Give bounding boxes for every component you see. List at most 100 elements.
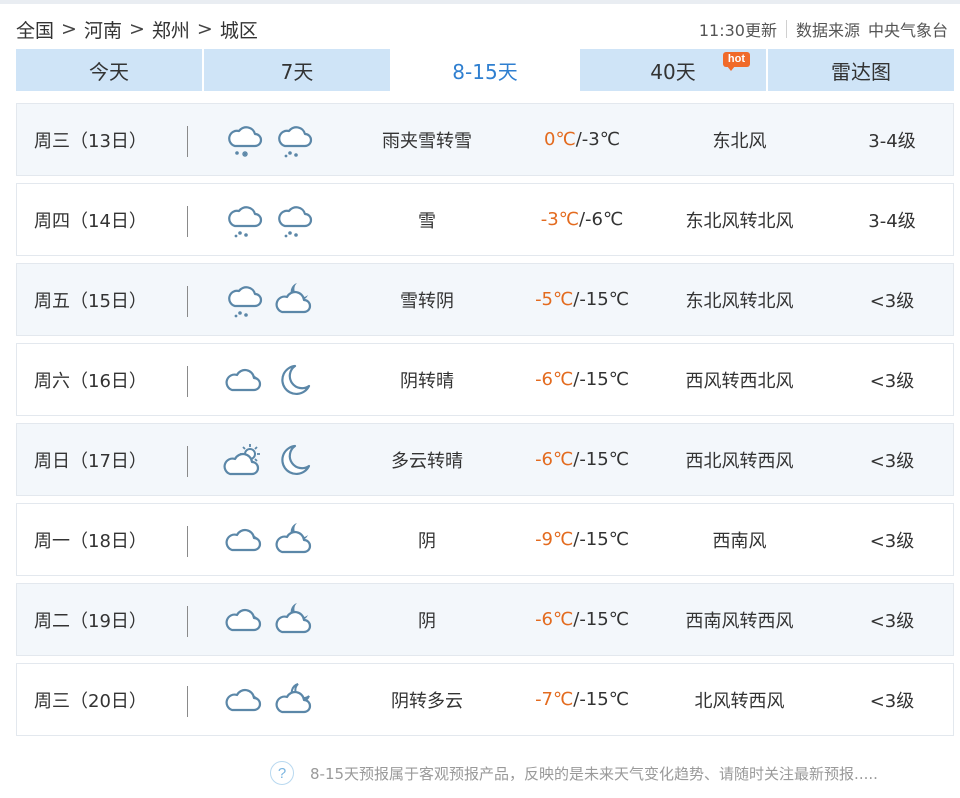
cloudy-night-icon	[273, 520, 315, 560]
row-divider	[187, 526, 188, 557]
weather-desc: 阴转多云	[391, 690, 463, 712]
cloudy-night-icon	[273, 600, 315, 640]
row-divider	[187, 286, 188, 317]
row-divider	[187, 126, 188, 157]
wind-level: 3-4级	[868, 210, 916, 232]
forecast-date: 周六（16日）	[34, 370, 147, 392]
tab-7day[interactable]: 7天	[204, 49, 392, 91]
snow-icon	[223, 200, 265, 240]
overcast-icon	[223, 520, 265, 560]
temperature: 0℃/-3℃	[544, 129, 620, 150]
forecast-date: 周三（13日）	[34, 130, 147, 152]
temp-high: -6℃	[535, 449, 574, 470]
weather-desc: 雨夹雪转雪	[382, 130, 472, 152]
wind-level: <3级	[869, 610, 915, 632]
temp-low: -6℃	[585, 209, 624, 230]
row-divider	[187, 446, 188, 477]
breadcrumb-separator: >	[128, 18, 145, 40]
header-bar: 全国 > 河南 > 郑州 > 城区 11:30更新 数据来源 中央气象台	[16, 14, 948, 44]
forecast-row: 周六（16日） 阴转晴 -6℃/-15℃ 西风转西北风 <3级	[16, 343, 954, 416]
temperature: -9℃/-15℃	[535, 529, 629, 550]
wind-direction: 西北风转西风	[685, 450, 794, 472]
temperature: -7℃/-15℃	[535, 689, 629, 710]
forecast-date: 周一（18日）	[34, 530, 147, 552]
moon-icon	[273, 360, 315, 400]
forecast-row: 周五（15日） 雪转阴 -5℃/-15℃ 东北风转北风 <3级	[16, 263, 954, 336]
temp-low: -15℃	[579, 449, 629, 470]
source-label: 数据来源	[795, 21, 860, 40]
partly-cloudy-night-icon	[273, 680, 315, 720]
temp-high: -7℃	[535, 689, 574, 710]
source-name[interactable]: 中央气象台	[868, 17, 948, 41]
breadcrumb: 全国 > 河南 > 郑州 > 城区	[16, 16, 258, 43]
cloudy-night-icon	[273, 280, 315, 320]
wind-level: <3级	[869, 450, 915, 472]
weather-icons	[223, 280, 315, 320]
breadcrumb-city[interactable]: 郑州	[152, 16, 190, 43]
wind-direction: 东北风转北风	[685, 290, 794, 312]
forecast-row: 周日（17日） 多云转晴 -6℃/-15℃ 西北风转西风 <3级	[16, 423, 954, 496]
weather-desc: 雪转阴	[400, 290, 454, 312]
forecast-date: 周二（19日）	[34, 610, 147, 632]
temperature: -6℃/-15℃	[535, 449, 629, 470]
row-divider	[187, 366, 188, 397]
breadcrumb-separator: >	[61, 18, 77, 40]
temp-low: -3℃	[581, 129, 620, 150]
tab-radar[interactable]: 雷达图	[768, 49, 954, 91]
snow-icon	[223, 280, 265, 320]
tab-40day[interactable]: 40天 hot	[580, 49, 768, 91]
forecast-row: 周三（13日） 雨夹雪转雪 0℃/-3℃ 东北风 3-4级	[16, 103, 954, 176]
weather-desc: 雪	[418, 210, 436, 232]
hot-badge: hot	[722, 52, 750, 71]
temperature: -5℃/-15℃	[535, 289, 629, 310]
forecast-date: 周日（17日）	[34, 450, 147, 472]
forecast-footnote: ? 8-15天预报属于客观预报产品，反映的是未来天气变化趋势、请随时关注最新预报…	[270, 760, 960, 786]
temp-high: -9℃	[535, 529, 574, 550]
update-time: 11:30更新	[698, 21, 777, 40]
weather-desc: 阴转晴	[400, 370, 454, 392]
meta-divider	[785, 20, 787, 38]
overcast-icon	[223, 600, 265, 640]
temp-low: -15℃	[579, 609, 629, 630]
snow-icon	[273, 120, 315, 160]
temperature: -3℃/-6℃	[540, 209, 624, 230]
overcast-icon	[223, 680, 265, 720]
wind-direction: 西南风转西风	[685, 610, 794, 632]
wind-direction: 东北风转北风	[685, 210, 794, 232]
top-border	[0, 0, 960, 4]
weather-icons	[223, 520, 315, 560]
weather-icons	[223, 120, 315, 160]
temp-high: -5℃	[535, 289, 574, 310]
wind-level: <3级	[869, 290, 915, 312]
update-meta: 11:30更新 数据来源 中央气象台	[699, 17, 948, 41]
forecast-row: 周二（19日） 阴 -6℃/-15℃ 西南风转西风 <3级	[16, 583, 954, 656]
temp-low: -15℃	[579, 289, 629, 310]
wind-level: <3级	[869, 690, 915, 712]
temp-high: -6℃	[535, 609, 574, 630]
tab-8-15day[interactable]: 8-15天	[392, 49, 580, 91]
temp-high: -6℃	[535, 369, 574, 390]
forecast-date: 周三（20日）	[34, 690, 147, 712]
forecast-date: 周五（15日）	[34, 290, 147, 312]
tab-today[interactable]: 今天	[16, 49, 204, 91]
forecast-row: 周一（18日） 阴 -9℃/-15℃ 西南风 <3级	[16, 503, 954, 576]
tab-label: 今天	[89, 59, 129, 84]
breadcrumb-district[interactable]: 城区	[220, 16, 258, 43]
overcast-icon	[223, 360, 265, 400]
forecast-row: 周三（20日） 阴转多云 -7℃/-15℃ 北风转西风 <3级	[16, 663, 954, 736]
tab-label: 8-15天	[452, 59, 518, 84]
wind-direction: 北风转西风	[694, 690, 785, 712]
weather-icons	[223, 360, 315, 400]
row-divider	[187, 606, 188, 637]
help-icon[interactable]: ?	[270, 761, 294, 785]
wind-level: 3-4级	[868, 130, 916, 152]
temperature: -6℃/-15℃	[535, 369, 629, 390]
temp-high: 0℃	[544, 129, 576, 150]
wind-direction: 西风转西北风	[685, 370, 794, 392]
wind-level: <3级	[869, 530, 915, 552]
rain-snow-icon	[223, 120, 265, 160]
breadcrumb-country[interactable]: 全国	[16, 16, 54, 43]
weather-desc: 多云转晴	[391, 450, 463, 472]
moon-icon	[273, 440, 315, 480]
breadcrumb-province[interactable]: 河南	[84, 16, 122, 43]
